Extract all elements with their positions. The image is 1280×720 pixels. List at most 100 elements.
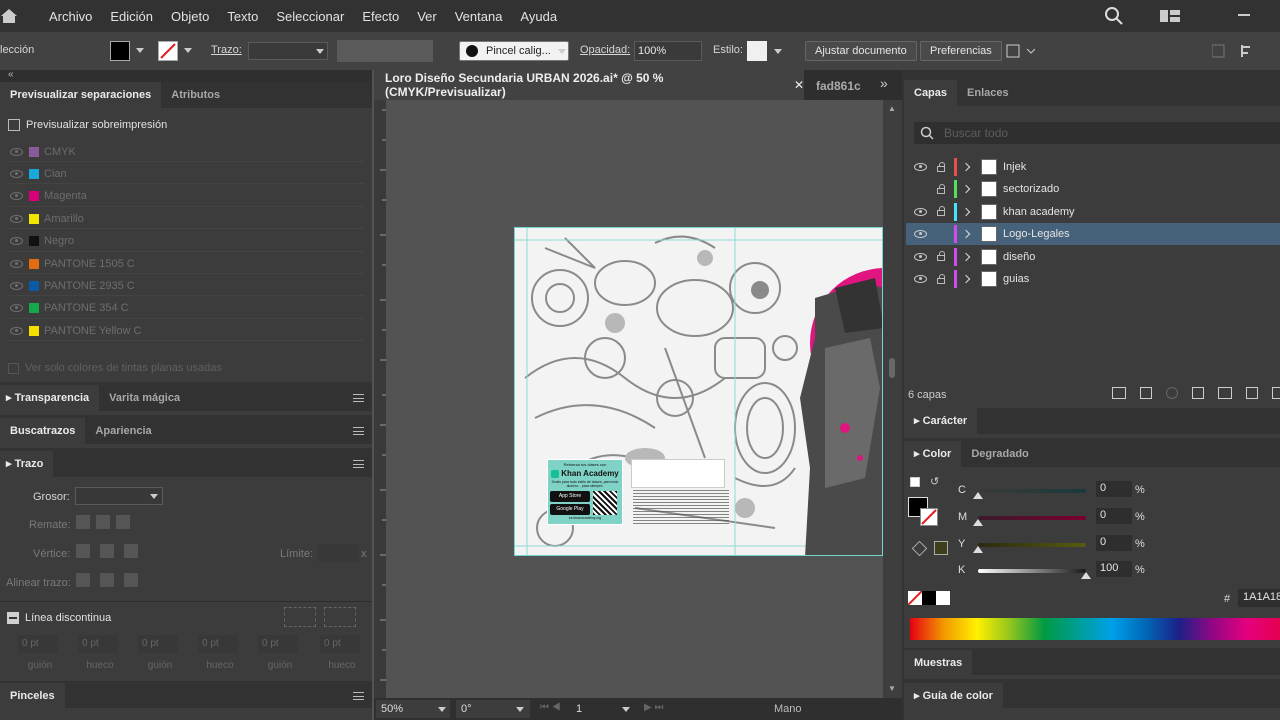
overprint-checkbox[interactable]	[8, 119, 20, 131]
dash-field[interactable]: 0 pt	[138, 635, 178, 653]
tab-transparency[interactable]: ▸ Transparencia	[0, 385, 100, 411]
separation-row[interactable]: Cian	[6, 164, 364, 185]
spot-only-checkbox[interactable]	[8, 362, 19, 374]
layers-search[interactable]: Buscar todo	[914, 122, 1280, 144]
menu-ventana[interactable]: Ventana	[446, 9, 512, 24]
layer-visibility[interactable]	[906, 207, 934, 216]
separation-row[interactable]: PANTONE 2935 C	[6, 276, 364, 297]
visibility-eye-icon[interactable]	[10, 326, 23, 335]
menu-ver[interactable]: Ver	[408, 9, 446, 24]
limit-input[interactable]	[318, 544, 358, 562]
tab-layers[interactable]: Capas	[904, 80, 958, 106]
separation-row[interactable]: PANTONE 1505 C	[6, 254, 364, 274]
dash-corner-buttons[interactable]	[284, 607, 356, 627]
menu-efecto[interactable]: Efecto	[353, 9, 408, 24]
layer-visibility[interactable]	[906, 275, 934, 283]
layers-footer-icons[interactable]	[1112, 387, 1280, 399]
left-collapse-bar[interactable]: «	[0, 69, 372, 82]
tab-attributes[interactable]: Atributos	[161, 82, 230, 108]
style-dropdown-icon[interactable]	[774, 49, 782, 54]
minimize-icon[interactable]	[1238, 14, 1250, 16]
layer-row[interactable]: Logo-Legales	[906, 223, 1280, 246]
separation-row[interactable]: Amarillo	[6, 209, 364, 230]
layer-visibility[interactable]	[906, 252, 934, 261]
transparency-menu-icon[interactable]	[353, 394, 364, 402]
tab-links[interactable]: Enlaces	[957, 80, 1019, 106]
layer-row[interactable]: Injek	[906, 156, 1280, 178]
tab-color[interactable]: ▸ Color	[904, 441, 962, 467]
white-swatch[interactable]	[936, 591, 950, 605]
tab-gradient[interactable]: Degradado	[961, 441, 1038, 467]
channel-slider[interactable]	[978, 569, 1086, 574]
expand-chevron-icon[interactable]	[961, 162, 971, 172]
channel-value[interactable]: 0	[1096, 481, 1132, 497]
scroll-thumb[interactable]	[889, 358, 895, 378]
next-artboard-icon[interactable]: ▶ ⏭	[644, 702, 663, 713]
dashed-checkbox[interactable]	[7, 612, 19, 624]
khan-academy-block[interactable]: Refuerza tus clases con Khan Academy Gra…	[547, 459, 623, 525]
layer-lock[interactable]	[934, 183, 948, 194]
tab-swatches[interactable]: Muestras	[904, 650, 973, 676]
layer-lock[interactable]	[934, 273, 948, 284]
channel-value[interactable]: 0	[1096, 534, 1132, 551]
doc-tab-second[interactable]: fad861c	[816, 79, 861, 93]
tab-brushes[interactable]: Pinceles	[0, 683, 65, 709]
visibility-eye-icon[interactable]	[10, 237, 23, 246]
layer-visibility[interactable]	[906, 163, 934, 171]
stroke-color-box[interactable]	[920, 508, 938, 526]
expand-chevron-icon[interactable]	[961, 274, 971, 284]
layer-row[interactable]: guias	[906, 268, 1280, 290]
menu-archivo[interactable]: Archivo	[40, 9, 101, 24]
layer-row[interactable]: khan academy	[906, 201, 1280, 223]
brush-select[interactable]: Pincel calig...	[459, 41, 569, 61]
in-gamut-swatch[interactable]	[934, 541, 948, 555]
cap-buttons[interactable]	[76, 515, 140, 533]
tab-magic-wand[interactable]: Varita mágica	[99, 385, 190, 411]
tab-appearance[interactable]: Apariencia	[85, 418, 161, 444]
adjust-document-button[interactable]: Ajustar documento	[805, 41, 917, 61]
dash-field[interactable]: 0 pt	[18, 635, 58, 653]
slider-thumb[interactable]	[973, 545, 983, 553]
pathfinder-menu-icon[interactable]	[353, 427, 364, 435]
fill-dropdown-icon[interactable]	[136, 48, 144, 53]
hex-input[interactable]: 1A1A18	[1238, 589, 1280, 607]
layer-lock[interactable]	[934, 251, 948, 262]
channel-slider[interactable]	[978, 515, 1086, 520]
color-spectrum[interactable]	[910, 618, 1280, 640]
menu-objeto[interactable]: Objeto	[162, 9, 218, 24]
separation-row[interactable]: Negro	[6, 232, 364, 252]
close-tab-icon[interactable]: ✕	[794, 78, 804, 92]
separation-row[interactable]: PANTONE 354 C	[6, 299, 364, 319]
dash-field[interactable]: 0 pt	[78, 635, 118, 653]
layer-row[interactable]: sectorizado	[906, 178, 1280, 200]
dash-field[interactable]: 0 pt	[258, 635, 298, 653]
channel-slider[interactable]	[978, 489, 1086, 493]
stroke-menu-icon[interactable]	[353, 460, 364, 468]
expand-chevron-icon[interactable]	[961, 229, 971, 239]
tab-color-guide[interactable]: ▸ Guía de color	[904, 683, 1003, 709]
artboard[interactable]: Refuerza tus clases con Khan Academy Gra…	[514, 227, 883, 556]
dash-field[interactable]: 0 pt	[198, 635, 238, 653]
expand-chevron-icon[interactable]	[961, 252, 971, 261]
layer-lock[interactable]	[934, 161, 948, 172]
none-swatch[interactable]	[907, 590, 923, 606]
dash-field[interactable]: 0 pt	[320, 635, 360, 653]
menu-edicion[interactable]: Edición	[101, 9, 162, 24]
stroke-weight-dropdown-icon[interactable]	[316, 49, 324, 54]
opacity-input[interactable]: 100%	[634, 41, 702, 61]
slider-thumb[interactable]	[973, 492, 983, 499]
rotation-dropdown-icon[interactable]	[516, 707, 524, 712]
separation-row[interactable]: CMYK	[6, 142, 364, 162]
workspace-icon[interactable]	[1160, 10, 1180, 25]
channel-slider[interactable]	[978, 542, 1086, 547]
visibility-eye-icon[interactable]	[10, 169, 23, 178]
weight-dropdown-icon[interactable]	[150, 494, 158, 499]
visibility-eye-icon[interactable]	[10, 147, 23, 156]
black-swatch[interactable]	[922, 591, 936, 605]
layer-row[interactable]: diseño	[906, 246, 1280, 268]
zoom-dropdown-icon[interactable]	[438, 707, 446, 712]
stroke-swatch[interactable]	[158, 41, 178, 61]
align-stroke-buttons[interactable]	[76, 573, 140, 591]
tab-stroke[interactable]: ▸ Trazo	[0, 451, 54, 477]
artboard-dropdown-icon[interactable]	[622, 707, 630, 712]
